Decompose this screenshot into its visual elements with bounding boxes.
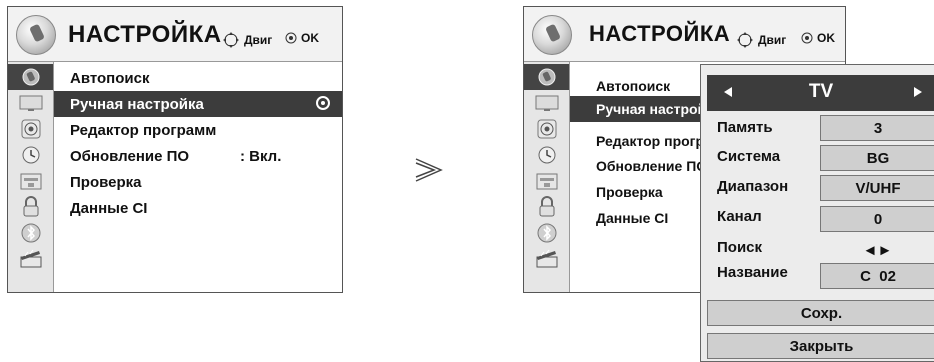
move-hint-label: Двиг [244,33,273,47]
menu-item-label: Ручная настройка [70,95,204,113]
menu-item-label: Ручная настрой [596,101,707,117]
menu-item-label: Редактор программ [70,121,217,139]
save-button[interactable]: Сохр. [707,300,934,326]
move-arrows-icon [223,32,239,48]
select-radio-icon [316,96,330,110]
padlock-icon[interactable] [8,194,53,220]
memory-field[interactable]: 3 [820,115,934,141]
padlock-icon[interactable] [524,194,569,220]
satellite-logo-icon [16,15,56,55]
setup-menu-left: НАСТРОЙКА Двиг OK Автопоиск Ручная настр… [7,6,343,293]
move-hint: Двиг [222,31,272,49]
ok-hint-label: OK [817,31,835,45]
satellite-logo-icon [532,15,572,55]
name-field[interactable]: C 02 [820,263,934,289]
ok-circle-icon [285,32,297,44]
lock-panel-icon[interactable] [524,168,569,194]
move-hint: Двиг [736,31,786,49]
satellite-icon[interactable] [524,64,569,90]
right-arrow-icon[interactable] [913,86,923,98]
menu-item-software-update[interactable]: Обновление ПО : Вкл. [54,143,342,169]
category-icon-column [524,62,570,292]
channel-label: Канал [717,208,762,225]
lock-panel-icon[interactable] [8,168,53,194]
channel-field[interactable]: 0 [820,206,934,232]
menu-item-diagnostics[interactable]: Проверка [54,169,342,195]
clapperboard-icon[interactable] [8,246,53,272]
menu-item-label: Данные CI [596,210,669,226]
arrow-right-icon [415,158,443,182]
menu-item-label: Обновление ПО [596,158,708,174]
search-arrows[interactable]: ◄► [820,237,934,263]
bluetooth-icon[interactable] [8,220,53,246]
speaker-icon[interactable] [8,116,53,142]
system-label: Система [717,148,781,165]
memory-label: Память [717,119,773,136]
source-label: TV [808,81,834,102]
clock-icon[interactable] [8,142,53,168]
name-label: Название [717,264,788,281]
speaker-icon[interactable] [524,116,569,142]
close-button[interactable]: Закрыть [707,333,934,359]
menu-item-label: Данные CI [70,199,148,217]
menu-item-label: Редактор прогр [596,133,705,149]
manual-tuning-dialog: TV Память 3 Система BG Диапазон V/UHF Ка… [700,64,934,362]
menu-item-ci-info[interactable]: Данные CI [54,195,342,221]
category-icon-column [8,62,54,292]
system-field[interactable]: BG [820,145,934,171]
menu-item-label: Проверка [70,173,142,191]
menu-item-auto-search[interactable]: Автопоиск [54,65,342,91]
clapperboard-icon[interactable] [524,246,569,272]
band-field[interactable]: V/UHF [820,175,934,201]
search-label: Поиск [717,239,763,256]
software-update-value: : Вкл. [240,147,282,165]
menu-item-label: Обновление ПО [70,147,190,165]
ok-hint-label: OK [301,31,319,45]
menu-header: НАСТРОЙКА Двиг OK [524,7,845,62]
menu-title: НАСТРОЙКА [589,21,731,46]
band-label: Диапазон [717,178,789,195]
menu-header: НАСТРОЙКА Двиг OK [8,7,342,62]
move-arrows-icon [737,32,753,48]
bluetooth-icon[interactable] [524,220,569,246]
move-hint-label: Двиг [758,33,787,47]
menu-item-label: Автопоиск [596,78,671,94]
tv-screen-icon[interactable] [8,90,53,116]
menu-item-manual-tuning[interactable]: Ручная настройка [54,91,342,117]
source-selector[interactable]: TV [707,75,934,111]
menu-title: НАСТРОЙКА [68,21,222,48]
clock-icon[interactable] [524,142,569,168]
menu-item-label: Автопоиск [70,69,150,87]
menu-item-program-editor[interactable]: Редактор программ [54,117,342,143]
menu-item-label: Проверка [596,184,663,200]
menu-items: Автопоиск Ручная настройка Редактор прог… [54,62,342,292]
tv-screen-icon[interactable] [524,90,569,116]
ok-hint: OK [801,31,835,45]
satellite-icon[interactable] [8,64,53,90]
ok-hint: OK [285,31,319,45]
ok-circle-icon [801,32,813,44]
